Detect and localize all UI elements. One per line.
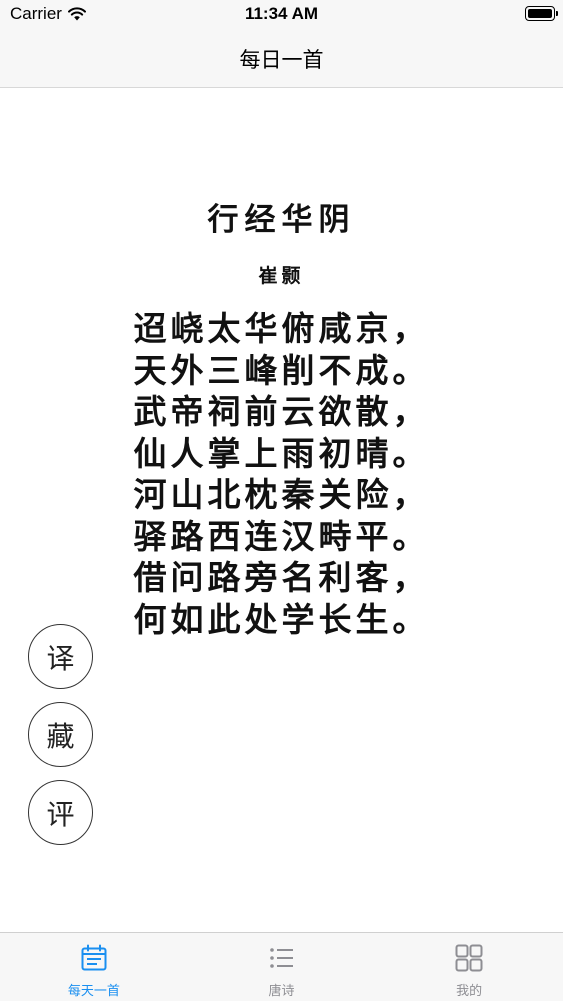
tab-bar: 每天一首 唐诗 我的: [0, 932, 563, 1001]
tab-label: 唐诗: [268, 984, 295, 999]
tab-label: 我的: [456, 984, 483, 999]
poem-title: 行经华阴: [207, 202, 356, 238]
poem-line: 天外三峰削不成。: [133, 350, 430, 390]
comment-button[interactable]: 评: [28, 780, 93, 845]
status-time: 11:34 AM: [244, 4, 319, 23]
poem-line: 武帝祠前云欲散，: [133, 392, 430, 431]
tab-tang-poems[interactable]: 唐诗: [188, 933, 376, 1001]
poem-line: 迢峣太华俯咸京，: [133, 309, 430, 348]
poem-line: 驿路西连汉畤平。: [133, 516, 430, 556]
list-icon: [269, 948, 293, 968]
navigation-bar: 每日一首: [0, 30, 563, 88]
collect-button[interactable]: 藏: [28, 702, 93, 767]
poem-lines: 迢峣太华俯咸京， 天外三峰削不成。 武帝祠前云欲散， 仙人掌上雨初晴。 河山北枕…: [0, 308, 563, 640]
poem-line: 河山北枕秦关险，: [133, 475, 430, 514]
tab-label: 每天一首: [67, 984, 120, 999]
poem-line: 仙人掌上雨初晴。: [133, 433, 430, 473]
page-title: 每日一首: [239, 47, 324, 72]
battery-icon: [525, 6, 558, 21]
status-bar: Carrier 11:34 AM: [0, 0, 563, 30]
poem-author: 崔颢: [258, 265, 305, 287]
tab-mine[interactable]: 我的: [375, 933, 563, 1001]
poem-content: 行经华阴 崔颢 迢峣太华俯咸京， 天外三峰削不成。 武帝祠前云欲散， 仙人掌上雨…: [0, 88, 563, 640]
calendar-icon: [81, 944, 107, 971]
poem-line: 借问路旁名利客，: [133, 558, 430, 597]
tab-daily-poem[interactable]: 每天一首: [0, 933, 188, 1001]
translate-button[interactable]: 译: [28, 624, 93, 689]
grid-icon: [455, 944, 483, 972]
